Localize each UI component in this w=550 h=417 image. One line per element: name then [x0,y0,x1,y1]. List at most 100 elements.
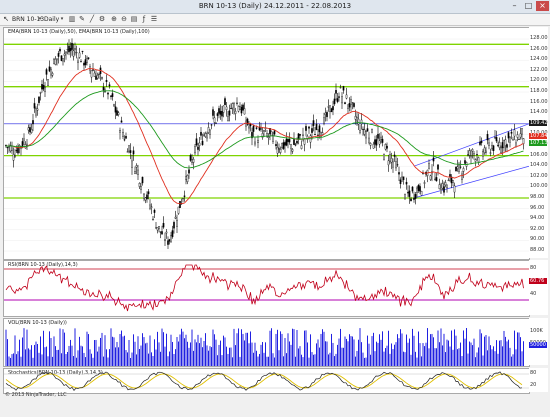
rsi-panel[interactable]: RSI(BRN 10-13 (Daily),14,3) [3,260,530,317]
candle-body [257,139,259,144]
strategy-icon[interactable]: ☰ [150,15,158,23]
volume-bar [353,339,355,366]
minimize-icon[interactable]: – [508,1,521,11]
volume-bar [470,342,472,366]
volume-bar [380,339,382,366]
candle-body [110,95,112,97]
candle-body [185,176,187,180]
candle-body [516,134,519,138]
candle-body [377,133,379,139]
candle-body [92,69,94,71]
candle-body [344,102,346,105]
volume-bar [67,351,68,366]
candle-body [416,187,418,194]
candle-body [260,128,262,130]
candle-body [227,116,229,121]
volume-bar [149,335,151,366]
volume-bar [377,342,379,366]
maximize-icon[interactable]: □ [522,1,535,11]
interval-selector[interactable]: Daily [44,15,59,24]
bar-type-icon[interactable]: ▥ [68,15,76,23]
indicator-icon[interactable]: ƒ [140,15,148,23]
candle-body [501,142,504,149]
volume-bar [487,350,488,366]
candle-body [32,120,34,125]
ninjatrader-chart-window: BRN 10-13 (Daily) 24.12.2011 - 22.08.201… [0,0,550,417]
volume-bar [523,341,524,366]
gear-icon[interactable]: ⚙ [98,15,106,23]
draw-tool-icon[interactable]: ✎ [78,15,86,23]
candle-body [42,85,45,90]
candle-body [114,106,117,113]
candle-body [93,72,96,77]
candle-body [405,181,408,185]
stochastics-chart[interactable] [4,369,529,393]
volume-bar [229,347,230,366]
rsi-chart[interactable] [4,261,529,316]
close-icon[interactable]: × [536,1,549,11]
candle-body [12,154,15,161]
volume-bar [206,345,208,366]
candle-body [195,138,198,146]
candle-body [26,143,28,146]
volume-bar [235,345,236,366]
candle-body [470,155,472,158]
candle-body [507,132,510,139]
volume-chart[interactable] [4,319,529,366]
volume-bar [242,333,244,366]
candle-body [338,96,340,98]
price-panel[interactable]: EMA(BRN 10-13 (Daily),50), EMA(BRN 10-13… [3,27,530,260]
candle-body [125,135,127,139]
stoch-tick-20: 20 [530,382,537,388]
time-axis[interactable] [3,402,528,409]
rsi-tag: 60.76 [529,278,547,284]
chevron-down-icon[interactable]: ▾ [36,15,44,23]
candle-body [236,102,238,104]
volume-bar [151,352,152,366]
candle-body [174,216,177,219]
volume-bar [25,349,26,366]
candle-body [252,125,255,132]
properties-icon[interactable]: ▤ [130,15,138,23]
volume-bar [38,352,40,366]
zoom-out-icon[interactable]: ⊖ [120,15,128,23]
candle-body [59,49,61,52]
cursor-icon[interactable]: ↖ [2,15,10,23]
volume-bar [49,331,50,366]
zoom-in-icon[interactable]: ⊕ [110,15,118,23]
volume-bar [355,356,356,366]
volume-bar [68,345,70,366]
candle-body [95,76,97,80]
volume-bar [497,353,499,366]
volume-bar [80,345,82,366]
line-tool-icon[interactable]: ╱ [88,15,96,23]
volume-bar [19,339,20,366]
volume-bar [352,336,353,366]
volume-bar [313,354,314,366]
candle-body [413,197,415,200]
price-chart[interactable] [4,28,529,259]
volume-bar [416,357,418,366]
candle-body [485,150,487,153]
chevron-down-icon[interactable]: ▾ [58,15,66,23]
stochastics-panel[interactable]: Stochastics(BRN 10-13 (Daily),3,14,3) [3,368,530,394]
volume-bar [251,342,253,366]
price-tick: 128.00 [530,35,548,41]
volume-panel[interactable]: VOL(BRN 10-13 (Daily)) [3,318,530,367]
candle-body [57,53,60,57]
volume-bar [128,339,130,366]
candle-body [117,112,120,115]
volume-bar [137,336,139,366]
candle-body [54,58,57,65]
volume-bar [208,350,209,366]
volume-bar [241,329,242,366]
volume-bar [118,347,119,366]
volume-bar [364,357,365,366]
volume-bar [431,333,433,366]
candle-body [144,197,147,201]
volume-bar [40,336,41,366]
volume-bar [271,328,272,366]
candle-body [86,57,88,63]
candle-body [272,135,274,142]
candle-body [378,140,381,145]
